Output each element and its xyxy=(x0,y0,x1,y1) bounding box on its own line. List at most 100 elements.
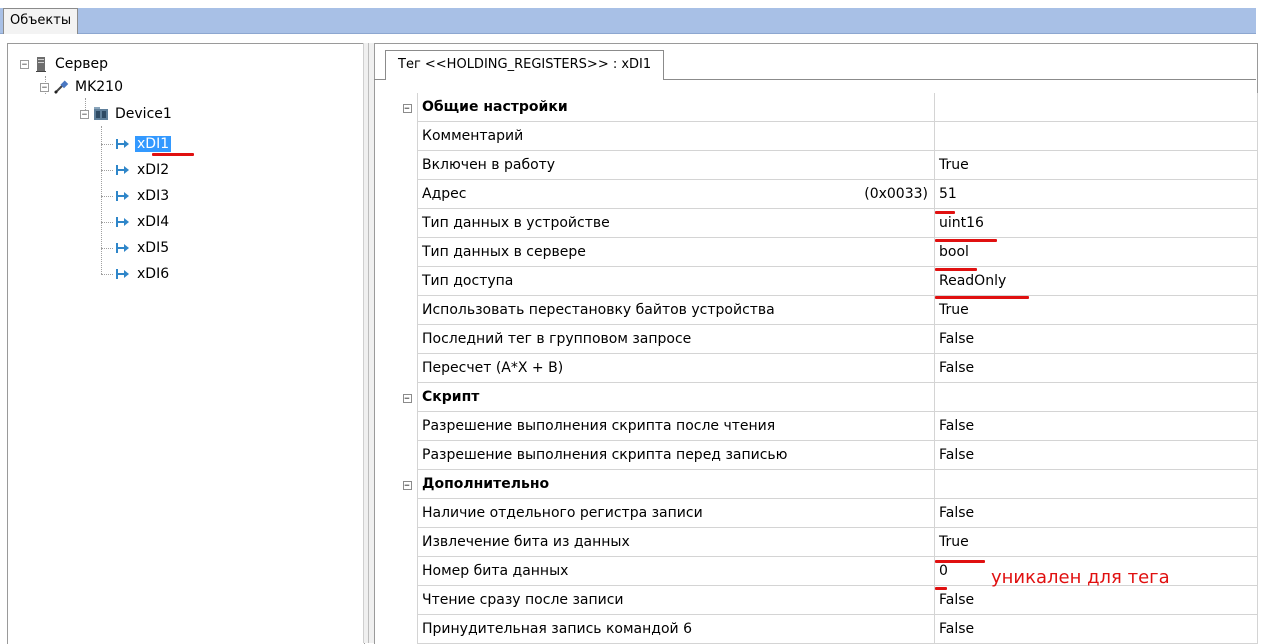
property-name: Комментарий xyxy=(417,121,935,151)
property-name: Тип данных в устройстве xyxy=(417,208,935,238)
property-name-cell: Адрес (0x0033) xyxy=(417,179,935,209)
tag-arrow-icon xyxy=(115,240,131,256)
property-name: Извлечение бита из данных xyxy=(417,527,935,557)
collapse-icon[interactable]: − xyxy=(402,481,412,491)
tree-node-tag[interactable]: xDI1 xyxy=(115,134,172,154)
tree-line xyxy=(101,196,113,197)
property-row[interactable]: Разрешение выполнения скрипта после чтен… xyxy=(397,411,1258,441)
tree-line xyxy=(101,144,113,145)
tag-arrow-icon xyxy=(115,266,131,282)
property-name: Принудительная запись командой 6 xyxy=(417,614,935,644)
annotation-underline xyxy=(935,239,997,242)
tree-label-selected: xDI1 xyxy=(135,136,172,152)
tag-arrow-icon xyxy=(115,136,131,152)
collapse-icon[interactable]: − xyxy=(20,59,29,69)
annotation-underline xyxy=(935,587,947,590)
property-row[interactable]: Принудительная запись командой 6 False xyxy=(397,614,1258,644)
property-row[interactable]: Использовать перестановку байтов устройс… xyxy=(397,295,1258,325)
tag-arrow-icon xyxy=(115,188,131,204)
tree-node-tag[interactable]: xDI4 xyxy=(115,212,171,232)
tab-objects[interactable]: Объекты xyxy=(3,8,79,34)
tree-node-tag[interactable]: xDI2 xyxy=(115,160,171,180)
property-name: Разрешение выполнения скрипта перед запи… xyxy=(417,440,935,470)
tree-node-server[interactable]: − Сервер xyxy=(20,54,110,74)
category-gutter: − xyxy=(397,93,418,122)
tree-line xyxy=(101,126,102,274)
tree-line xyxy=(101,274,113,275)
category-row[interactable]: − Общие настройки xyxy=(397,93,1258,122)
tag-arrow-icon xyxy=(115,162,131,178)
tree-label: Сервер xyxy=(55,56,109,72)
tree-label: xDI5 xyxy=(137,240,170,256)
property-row[interactable]: Наличие отдельного регистра записи False xyxy=(397,498,1258,528)
tree-node-tag[interactable]: xDI6 xyxy=(115,264,171,284)
address-hex: (0x0033) xyxy=(864,186,928,202)
property-grid: − Общие настройки Комментарий Включен в … xyxy=(397,93,1258,644)
property-row[interactable]: Комментарий xyxy=(397,121,1258,151)
category-row[interactable]: − Скрипт xyxy=(397,382,1258,412)
property-name: Пересчет (A*X + B) xyxy=(417,353,935,383)
property-name: Тип доступа xyxy=(417,266,935,296)
annotation-underline xyxy=(152,153,194,156)
property-name: Номер бита данных xyxy=(417,556,935,586)
property-row[interactable]: Чтение сразу после записи False xyxy=(397,585,1258,615)
category-value xyxy=(934,469,1258,499)
property-value[interactable]: False xyxy=(934,498,1258,528)
property-name: Наличие отдельного регистра записи xyxy=(417,498,935,528)
property-value[interactable]: False xyxy=(934,324,1258,354)
annotation-underline xyxy=(935,268,977,271)
annotation-underline xyxy=(935,211,955,214)
property-name: Последний тег в групповом запросе xyxy=(417,324,935,354)
property-name: Включен в работу xyxy=(417,150,935,180)
property-name: Адрес xyxy=(422,186,467,202)
property-value[interactable]: False xyxy=(934,585,1258,615)
property-value[interactable]: True xyxy=(934,150,1258,180)
category-gutter: − xyxy=(397,382,418,412)
property-value[interactable]: False xyxy=(934,411,1258,441)
property-value[interactable]: False xyxy=(934,440,1258,470)
collapse-icon[interactable]: − xyxy=(402,104,412,114)
tree-node-tag[interactable]: xDI3 xyxy=(115,186,171,206)
tab-tag-properties[interactable]: Тег <<HOLDING_REGISTERS>> : xDI1 xyxy=(385,50,665,80)
category-row[interactable]: − Дополнительно xyxy=(397,469,1258,499)
property-value[interactable]: 51 xyxy=(934,179,1258,209)
tag-arrow-icon xyxy=(115,214,131,230)
tree-node-module[interactable]: − MK210 xyxy=(40,77,125,97)
server-icon xyxy=(33,56,49,72)
property-row[interactable]: Включен в работу True xyxy=(397,150,1258,180)
property-row[interactable]: Пересчет (A*X + B) False xyxy=(397,353,1258,383)
property-row[interactable]: Тип данных в сервере bool xyxy=(397,237,1258,267)
property-name: Тип данных в сервере xyxy=(417,237,935,267)
property-value[interactable] xyxy=(934,121,1258,151)
annotation-note: уникален для тега xyxy=(991,567,1170,588)
annotation-underline xyxy=(935,560,985,563)
property-value[interactable]: False xyxy=(934,353,1258,383)
tree-line xyxy=(101,222,113,223)
property-value[interactable]: False xyxy=(934,614,1258,644)
property-row[interactable]: Адрес (0x0033) 51 xyxy=(397,179,1258,209)
category-label: Общие настройки xyxy=(417,93,935,122)
property-row[interactable]: Извлечение бита из данных True xyxy=(397,527,1258,557)
object-tree-panel: − Сервер − MK210 − Device1 xDI1 xDI2 xDI… xyxy=(7,43,365,644)
tree-label: MK210 xyxy=(75,79,123,95)
category-value xyxy=(934,382,1258,412)
collapse-icon[interactable]: − xyxy=(80,109,89,119)
property-name: Чтение сразу после записи xyxy=(417,585,935,615)
property-row[interactable]: Разрешение выполнения скрипта перед запи… xyxy=(397,440,1258,470)
collapse-icon[interactable]: − xyxy=(402,394,412,404)
property-value[interactable]: True xyxy=(934,527,1258,557)
property-row[interactable]: Тип доступа ReadOnly xyxy=(397,266,1258,296)
property-value[interactable]: True xyxy=(934,295,1258,325)
tree-node-device[interactable]: − Device1 xyxy=(80,104,174,124)
property-value[interactable]: ReadOnly xyxy=(934,266,1258,296)
category-value xyxy=(934,93,1258,122)
tree-line xyxy=(101,248,113,249)
collapse-icon[interactable]: − xyxy=(40,82,49,92)
property-value[interactable]: uint16 xyxy=(934,208,1258,238)
property-row[interactable]: Тип данных в устройстве uint16 xyxy=(397,208,1258,238)
category-label: Дополнительно xyxy=(417,469,935,499)
property-row[interactable]: Последний тег в групповом запросе False xyxy=(397,324,1258,354)
category-label: Скрипт xyxy=(417,382,935,412)
category-gutter: − xyxy=(397,469,418,499)
tree-node-tag[interactable]: xDI5 xyxy=(115,238,171,258)
